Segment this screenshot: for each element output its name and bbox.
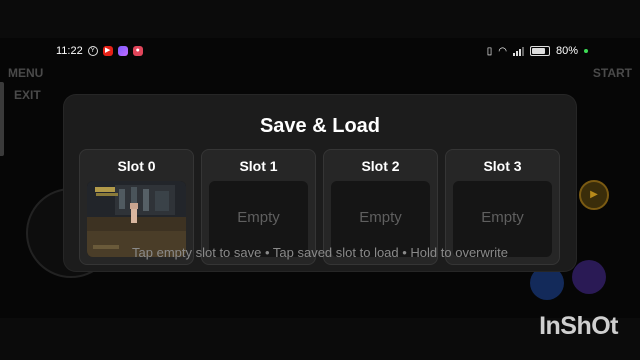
battery-icon xyxy=(529,46,550,56)
start-button[interactable]: START xyxy=(593,66,632,80)
vibrate-icon: ▯ xyxy=(486,45,493,57)
side-drawer-handle[interactable] xyxy=(0,82,4,156)
wifi-icon: ◠ xyxy=(498,45,507,57)
dialog-title: Save & Load xyxy=(259,115,381,137)
slot-label: Slot 2 xyxy=(361,158,400,174)
empty-label: Empty xyxy=(359,209,402,226)
emulator-action-button-purple[interactable] xyxy=(572,260,606,294)
video-letterbox-top xyxy=(0,0,640,38)
empty-label: Empty xyxy=(237,209,280,226)
slot-label: Slot 1 xyxy=(239,158,278,174)
inshot-watermark: InShOt xyxy=(539,312,618,340)
signal-icon xyxy=(512,46,524,56)
empty-label: Empty xyxy=(481,209,524,226)
menu-button[interactable]: MENU xyxy=(8,66,43,80)
screen-record-icon: ● xyxy=(132,46,143,56)
status-bar: 11:22 Y ▶ ● ▯ ◠ 80% xyxy=(0,38,640,64)
slot-label: Slot 3 xyxy=(483,158,522,174)
emulator-action-button-blue[interactable] xyxy=(530,266,564,300)
usage-hint: Tap empty slot to save • Tap saved slot … xyxy=(132,245,508,260)
y-app-icon: Y xyxy=(87,46,98,56)
photos-icon xyxy=(117,46,128,56)
clock: 11:22 xyxy=(56,45,83,57)
youtube-icon: ▶ xyxy=(102,46,113,56)
battery-percent: 80% xyxy=(555,45,578,57)
slot-label: Slot 0 xyxy=(117,158,156,174)
emulator-action-button-yellow[interactable]: ▶ xyxy=(579,180,609,210)
battery-status-dot xyxy=(584,49,588,53)
exit-button[interactable]: EXIT xyxy=(14,88,41,102)
phone-screen: 11:22 Y ▶ ● ▯ ◠ 80% MENU EXIT START ▶ Sa… xyxy=(0,38,640,318)
